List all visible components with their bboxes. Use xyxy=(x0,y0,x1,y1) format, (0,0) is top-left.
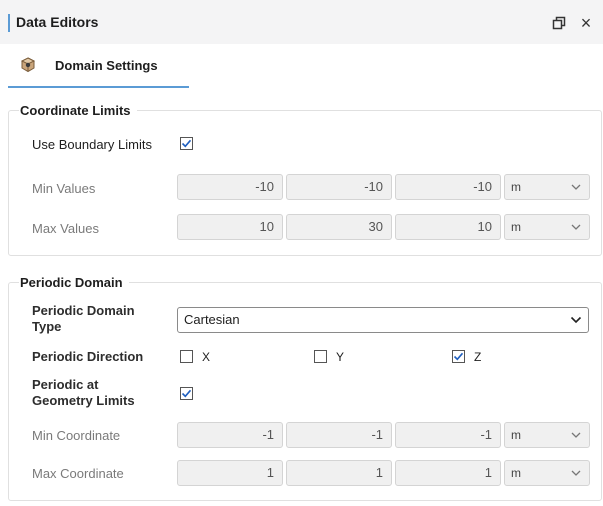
periodic-y-label: Y xyxy=(336,350,345,364)
max-y-input[interactable]: 30 xyxy=(286,214,392,240)
periodic-domain-type-select[interactable]: Cartesian xyxy=(177,307,589,333)
use-boundary-limits-checkbox[interactable] xyxy=(180,137,193,150)
periodic-at-geometry-limits-label: Periodic at Geometry Limits xyxy=(32,377,135,408)
checkmark-icon xyxy=(181,139,192,148)
periodic-domain-header: Periodic Domain xyxy=(19,275,129,290)
max-coordinate-unit-select[interactable]: m xyxy=(504,460,590,486)
periodic-x-checkbox[interactable] xyxy=(180,350,193,363)
periodic-direction-label: Periodic Direction xyxy=(32,349,144,364)
max-unit-select[interactable]: m xyxy=(504,214,590,240)
max-coordinate-label: Max Coordinate xyxy=(32,466,124,481)
periodic-y-checkbox[interactable] xyxy=(314,350,327,363)
max-unit-value: m xyxy=(511,220,521,234)
min-unit-select[interactable]: m xyxy=(504,174,590,200)
min-coordinate-z-input[interactable]: -1 xyxy=(395,422,501,448)
close-panel-button[interactable]: × xyxy=(576,13,596,33)
max-coordinate-x-input[interactable]: 1 xyxy=(177,460,283,486)
min-coordinate-unit-value: m xyxy=(511,428,521,442)
tab-label: Domain Settings xyxy=(55,58,158,73)
min-unit-value: m xyxy=(511,180,521,194)
coordinate-limits-header: Coordinate Limits xyxy=(19,103,137,118)
use-boundary-limits-label: Use Boundary Limits xyxy=(32,137,152,152)
max-coordinate-y-input[interactable]: 1 xyxy=(286,460,392,486)
min-z-input[interactable]: -10 xyxy=(395,174,501,200)
max-z-input[interactable]: 10 xyxy=(395,214,501,240)
min-coordinate-unit-select[interactable]: m xyxy=(504,422,590,448)
periodic-domain-type-label: Periodic Domain Type xyxy=(32,303,135,334)
max-coordinate-unit-value: m xyxy=(511,466,521,480)
close-icon: × xyxy=(580,12,592,33)
panel-title: Data Editors xyxy=(16,14,99,30)
periodic-z-checkbox[interactable] xyxy=(452,350,465,363)
chevron-down-icon xyxy=(571,423,581,455)
domain-settings-content: Coordinate Limits Use Boundary Limits Mi… xyxy=(8,96,603,506)
chevron-down-icon xyxy=(571,175,581,207)
domain-cube-icon xyxy=(19,56,37,77)
checkmark-icon xyxy=(453,352,464,361)
periodic-domain-group: Periodic Domain Periodic Domain Type Car… xyxy=(8,275,602,501)
checkmark-icon xyxy=(181,389,192,398)
max-values-label: Max Values xyxy=(32,221,99,236)
min-coordinate-x-input[interactable]: -1 xyxy=(177,422,283,448)
title-accent-bar xyxy=(8,14,10,32)
min-coordinate-label: Min Coordinate xyxy=(32,428,121,443)
title-bar: Data Editors × xyxy=(0,0,603,44)
periodic-domain-type-value: Cartesian xyxy=(184,312,240,327)
min-y-input[interactable]: -10 xyxy=(286,174,392,200)
min-x-input[interactable]: -10 xyxy=(177,174,283,200)
min-coordinate-y-input[interactable]: -1 xyxy=(286,422,392,448)
coordinate-limits-group: Coordinate Limits Use Boundary Limits Mi… xyxy=(8,103,602,256)
max-coordinate-z-input[interactable]: 1 xyxy=(395,460,501,486)
restore-window-icon xyxy=(552,16,566,30)
periodic-x-label: X xyxy=(202,350,211,364)
chevron-down-icon xyxy=(571,461,581,493)
tab-bar: Domain Settings xyxy=(0,44,603,88)
tab-domain-settings[interactable]: Domain Settings xyxy=(8,44,189,88)
restore-window-button[interactable] xyxy=(549,13,569,33)
min-values-label: Min Values xyxy=(32,181,96,196)
max-x-input[interactable]: 10 xyxy=(177,214,283,240)
chevron-down-icon xyxy=(570,308,582,340)
periodic-z-label: Z xyxy=(474,350,482,364)
periodic-at-geometry-limits-checkbox[interactable] xyxy=(180,387,193,400)
chevron-down-icon xyxy=(571,215,581,247)
